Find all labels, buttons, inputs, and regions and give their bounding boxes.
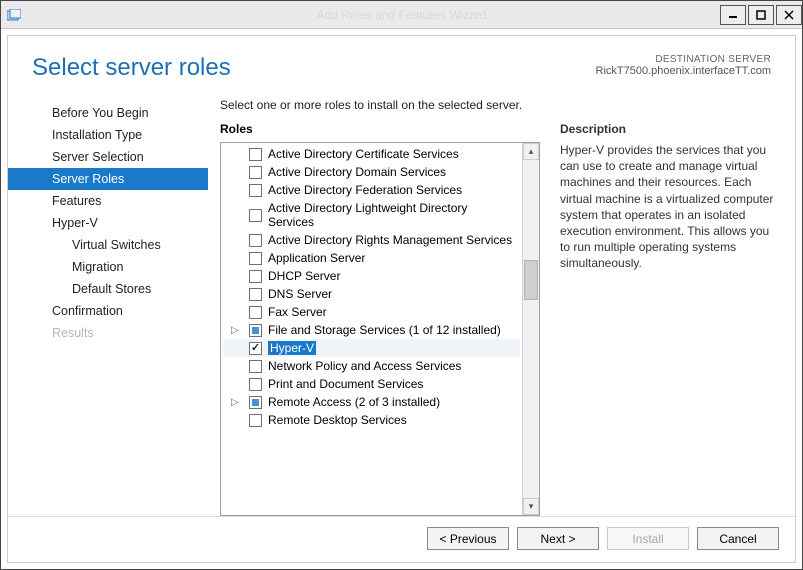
nav-item-server-selection[interactable]: Server Selection <box>8 146 208 168</box>
role-row[interactable]: Remote Desktop Services <box>223 411 520 429</box>
expand-icon[interactable]: ▷ <box>231 325 241 336</box>
role-label: Active Directory Certificate Services <box>268 147 459 161</box>
role-label: Fax Server <box>268 305 327 319</box>
page-title: Select server roles <box>32 54 231 82</box>
role-checkbox[interactable] <box>249 414 262 427</box>
role-label: Hyper-V <box>268 341 316 355</box>
role-checkbox[interactable] <box>249 306 262 319</box>
scroll-thumb[interactable] <box>524 260 538 300</box>
role-label: Remote Access (2 of 3 installed) <box>268 395 440 409</box>
window-title: Add Roles and Features Wizard <box>1 8 802 22</box>
close-button[interactable] <box>776 5 802 25</box>
role-label: Active Directory Rights Management Servi… <box>268 233 512 247</box>
cancel-button[interactable]: Cancel <box>697 527 779 550</box>
role-label: Active Directory Lightweight Directory S… <box>268 201 514 229</box>
role-label: File and Storage Services (1 of 12 insta… <box>268 323 501 337</box>
role-checkbox[interactable] <box>249 360 262 373</box>
wizard-header: Select server roles DESTINATION SERVER R… <box>8 36 795 90</box>
role-row[interactable]: Application Server <box>223 249 520 267</box>
maximize-button[interactable] <box>748 5 774 25</box>
role-row[interactable]: Fax Server <box>223 303 520 321</box>
nav-item-results: Results <box>8 322 208 344</box>
titlebar: Add Roles and Features Wizard <box>1 1 802 29</box>
role-checkbox[interactable] <box>249 288 262 301</box>
description-heading: Description <box>560 122 775 136</box>
role-row[interactable]: Hyper-V <box>223 339 520 357</box>
description-body: Hyper-V provides the services that you c… <box>560 142 775 272</box>
window-controls <box>718 5 802 25</box>
scroll-up-button[interactable]: ▴ <box>523 143 539 160</box>
role-label: Remote Desktop Services <box>268 413 407 427</box>
destination-server: DESTINATION SERVER RickT7500.phoenix.int… <box>596 54 771 77</box>
nav-item-virtual-switches[interactable]: Virtual Switches <box>8 234 208 256</box>
role-row[interactable]: Active Directory Certificate Services <box>223 145 520 163</box>
minimize-button[interactable] <box>720 5 746 25</box>
role-label: Network Policy and Access Services <box>268 359 461 373</box>
role-row[interactable]: Active Directory Federation Services <box>223 181 520 199</box>
role-checkbox[interactable] <box>249 342 262 355</box>
role-checkbox[interactable] <box>249 378 262 391</box>
instruction-text: Select one or more roles to install on t… <box>220 98 775 112</box>
destination-label: DESTINATION SERVER <box>596 54 771 65</box>
roles-list[interactable]: Active Directory Certificate Services Act… <box>221 143 522 515</box>
app-icon <box>7 9 21 21</box>
role-label: DNS Server <box>268 287 332 301</box>
role-label: Application Server <box>268 251 365 265</box>
role-label: Print and Document Services <box>268 377 423 391</box>
nav-item-features[interactable]: Features <box>8 190 208 212</box>
role-row[interactable]: Network Policy and Access Services <box>223 357 520 375</box>
nav-item-migration[interactable]: Migration <box>8 256 208 278</box>
role-row[interactable]: Active Directory Lightweight Directory S… <box>223 199 520 231</box>
next-button[interactable]: Next > <box>517 527 599 550</box>
role-checkbox[interactable] <box>249 270 262 283</box>
role-row[interactable]: Active Directory Rights Management Servi… <box>223 231 520 249</box>
nav-item-default-stores[interactable]: Default Stores <box>8 278 208 300</box>
scroll-track[interactable] <box>523 160 539 498</box>
role-checkbox[interactable] <box>249 324 262 337</box>
role-row[interactable]: Active Directory Domain Services <box>223 163 520 181</box>
wizard-footer: < Previous Next > Install Cancel <box>8 516 795 562</box>
role-row[interactable]: DNS Server <box>223 285 520 303</box>
nav-item-confirmation[interactable]: Confirmation <box>8 300 208 322</box>
install-button[interactable]: Install <box>607 527 689 550</box>
role-row[interactable]: Print and Document Services <box>223 375 520 393</box>
wizard-window: Add Roles and Features Wizard Select ser… <box>0 0 803 570</box>
role-checkbox[interactable] <box>249 396 262 409</box>
role-row[interactable]: ▷ File and Storage Services (1 of 12 inst… <box>223 321 520 339</box>
role-label: Active Directory Domain Services <box>268 165 446 179</box>
role-checkbox[interactable] <box>249 184 262 197</box>
role-label: Active Directory Federation Services <box>268 183 462 197</box>
role-row[interactable]: ▷ Remote Access (2 of 3 installed) <box>223 393 520 411</box>
nav-item-server-roles[interactable]: Server Roles <box>8 168 208 190</box>
role-checkbox[interactable] <box>249 234 262 247</box>
destination-value: RickT7500.phoenix.interfaceTT.com <box>596 65 771 77</box>
role-checkbox[interactable] <box>249 166 262 179</box>
role-label: DHCP Server <box>268 269 340 283</box>
nav-item-installation-type[interactable]: Installation Type <box>8 124 208 146</box>
nav-item-before-you-begin[interactable]: Before You Begin <box>8 102 208 124</box>
expand-icon[interactable]: ▷ <box>231 397 241 408</box>
role-checkbox[interactable] <box>249 148 262 161</box>
wizard-nav: Before You BeginInstallation TypeServer … <box>8 90 208 516</box>
previous-button[interactable]: < Previous <box>427 527 509 550</box>
scroll-down-button[interactable]: ▾ <box>523 498 539 515</box>
role-checkbox[interactable] <box>249 252 262 265</box>
roles-heading: Roles <box>220 122 540 136</box>
nav-item-hyper-v[interactable]: Hyper-V <box>8 212 208 234</box>
role-row[interactable]: DHCP Server <box>223 267 520 285</box>
vertical-scrollbar[interactable]: ▴ ▾ <box>522 143 539 515</box>
role-checkbox[interactable] <box>249 209 262 222</box>
roles-listbox: Active Directory Certificate Services Act… <box>220 142 540 516</box>
